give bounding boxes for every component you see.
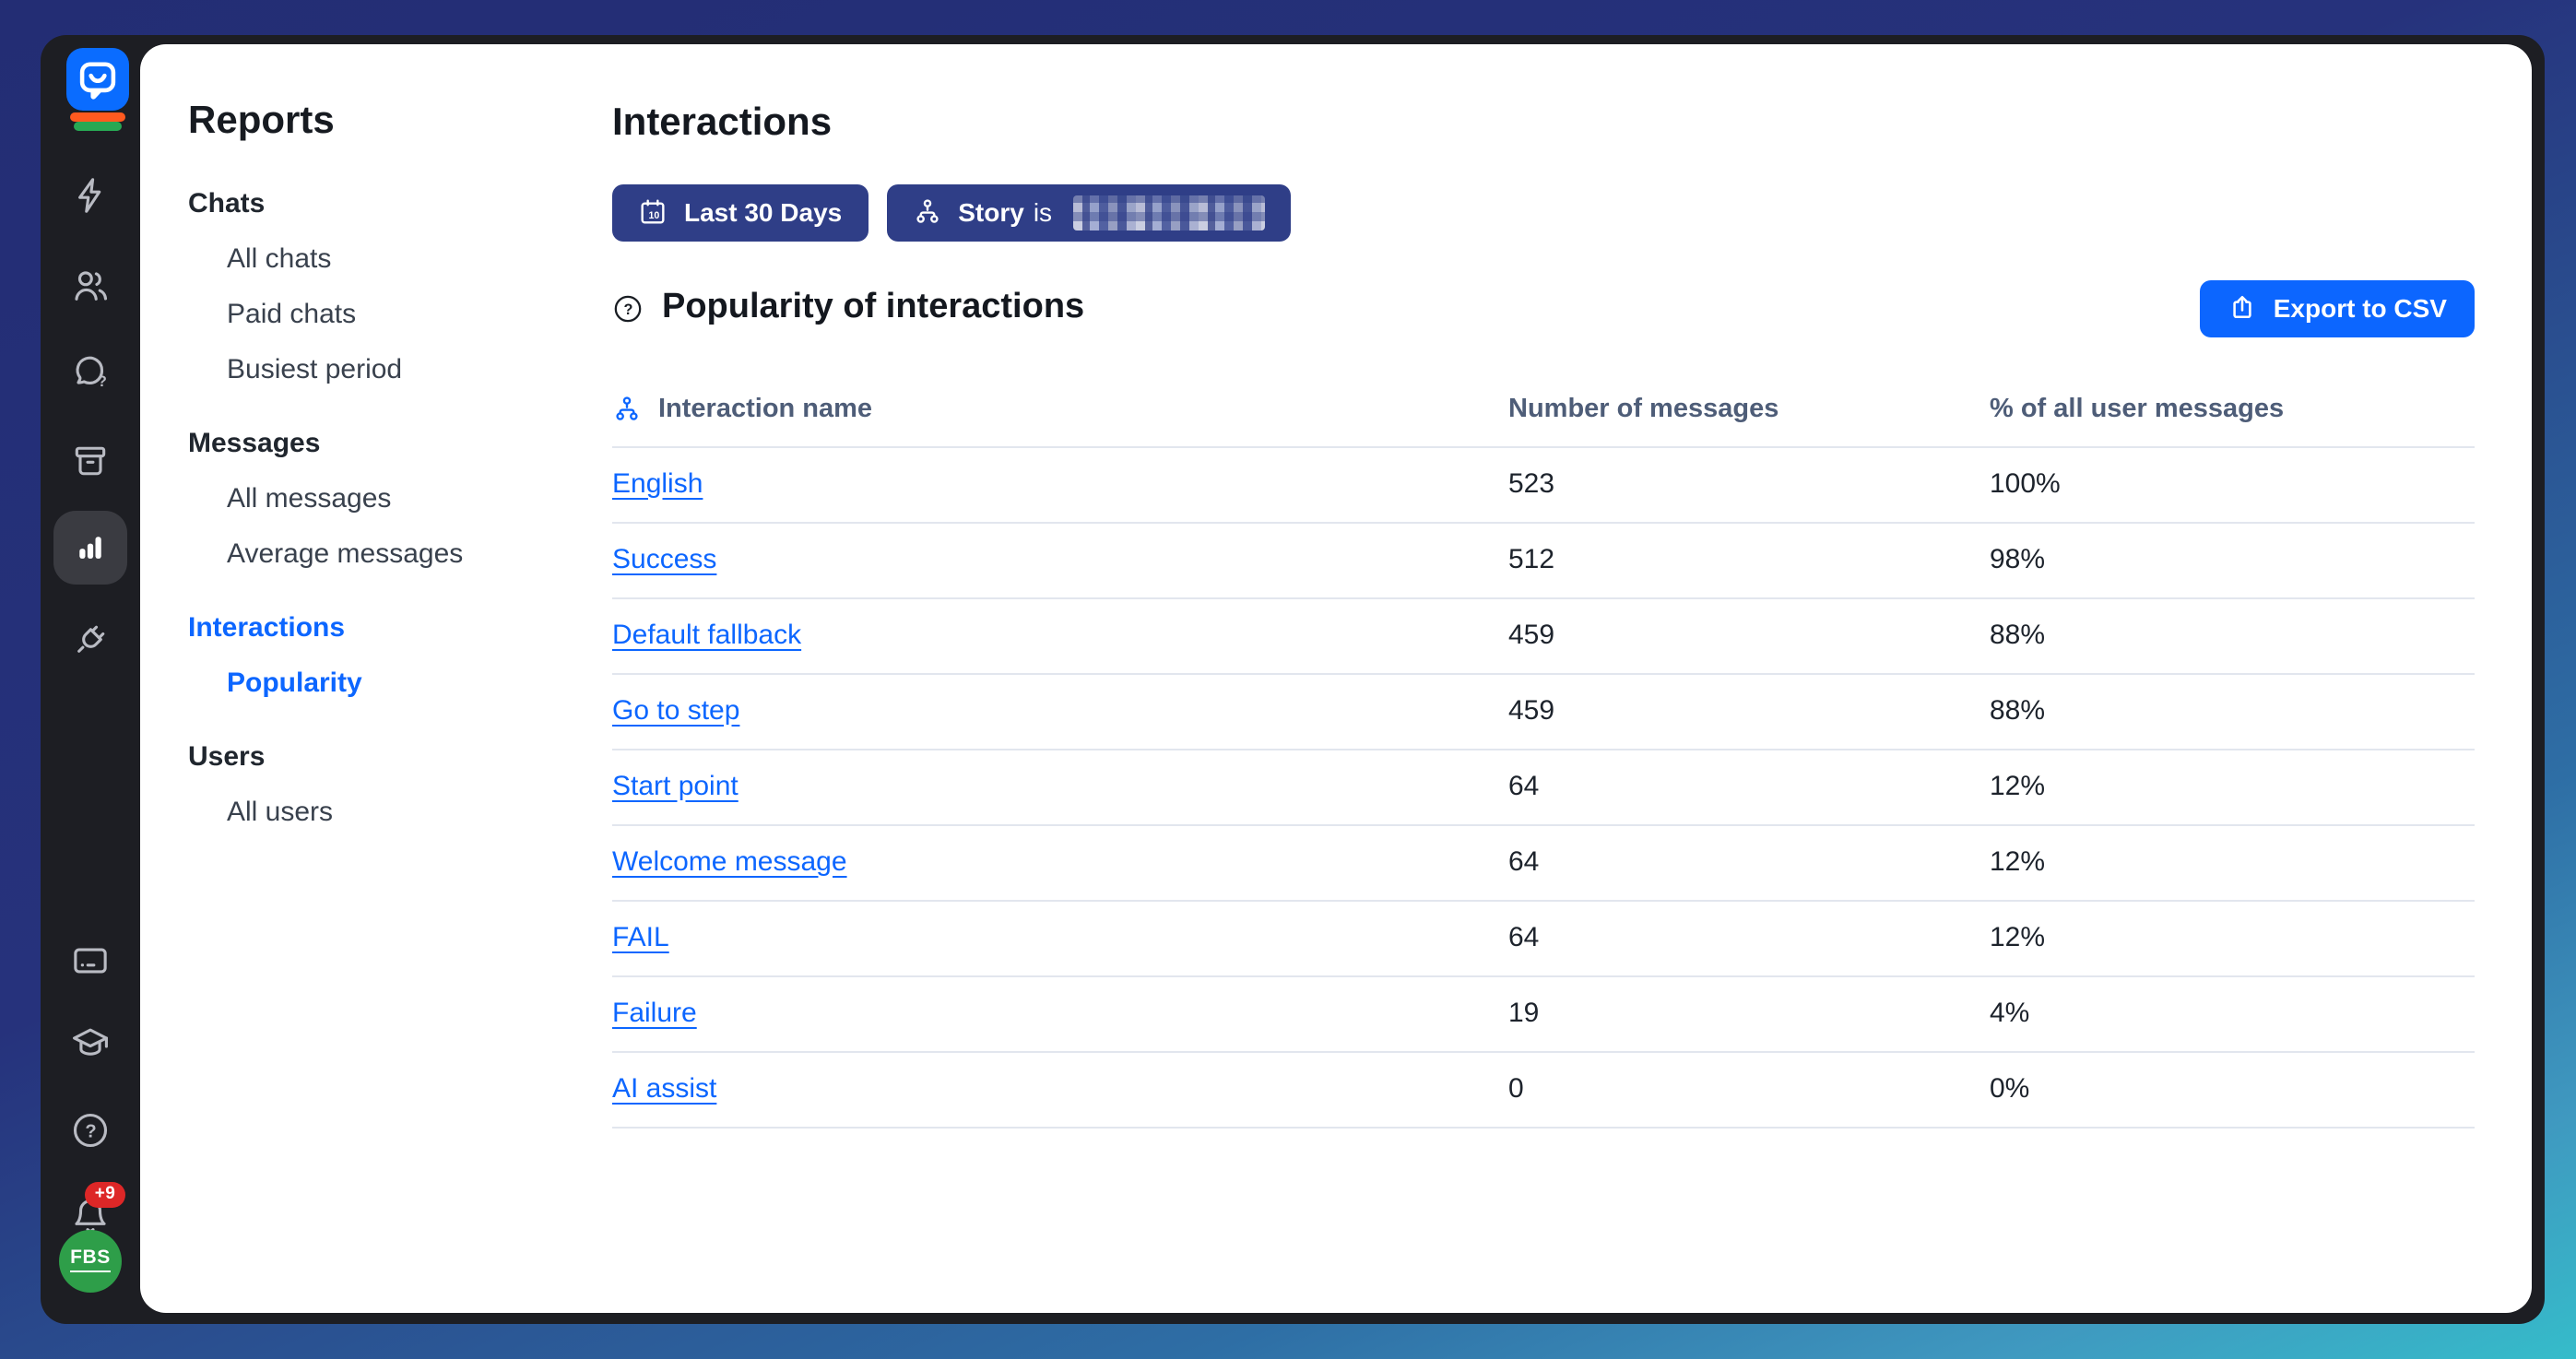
reports-icon[interactable]: [53, 510, 127, 584]
interaction-link-english[interactable]: English: [612, 467, 703, 499]
help-circle-icon[interactable]: ?: [70, 1110, 111, 1151]
story-sitemap-icon: [912, 197, 941, 227]
team-icon[interactable]: [70, 266, 111, 306]
table-row: AI assist 00%: [612, 1052, 2475, 1128]
billing-card-icon[interactable]: [70, 940, 111, 981]
page-title: Interactions: [612, 99, 2475, 147]
messages-value: 64: [1508, 922, 1990, 953]
svg-text:?: ?: [623, 301, 632, 317]
table-header-row: Interaction name Number of messages % of…: [612, 373, 2475, 447]
interaction-link-go-to-step[interactable]: Go to step: [612, 694, 739, 726]
notifications-bell-icon[interactable]: +9: [70, 1194, 111, 1235]
app-sidebar: ?: [41, 34, 140, 1323]
archive-icon[interactable]: [70, 441, 111, 481]
chats-question-icon[interactable]: ?: [70, 352, 111, 393]
section-title: Popularity of interactions: [662, 288, 1084, 328]
messages-value: 523: [1508, 468, 1990, 500]
percent-value: 12%: [1990, 846, 2475, 878]
messages-value: 459: [1508, 695, 1990, 727]
messages-value: 0: [1508, 1073, 1990, 1105]
messages-value: 512: [1508, 544, 1990, 575]
plug-icon[interactable]: [70, 620, 111, 660]
reports-nav-title: Reports: [188, 93, 603, 148]
notifications-badge: +9: [85, 1181, 125, 1207]
col-number-of-messages: Number of messages: [1508, 395, 1990, 424]
interaction-link-success[interactable]: Success: [612, 543, 716, 574]
messages-value: 64: [1508, 771, 1990, 802]
interaction-link-welcome-message[interactable]: Welcome message: [612, 845, 847, 877]
story-sitemap-icon: [612, 395, 642, 424]
main-content: Interactions 10 Last 30 Days: [612, 99, 2475, 1128]
col-percent-of-messages: % of all user messages: [1990, 395, 2475, 424]
lightning-icon[interactable]: [70, 175, 111, 216]
calendar-icon: 10: [638, 197, 668, 227]
nav-section-users[interactable]: Users: [188, 729, 603, 785]
messages-value: 19: [1508, 998, 1990, 1029]
export-to-csv-button[interactable]: Export to CSV: [2200, 279, 2475, 337]
percent-value: 98%: [1990, 544, 2475, 575]
table-body: English 523100% Success 51298% Default fallb…: [612, 447, 2475, 1128]
nav-item-all-chats[interactable]: All chats: [188, 231, 603, 287]
chatbot-logo[interactable]: [66, 47, 129, 110]
app-window: ?: [41, 34, 2545, 1323]
nav-section-interactions[interactable]: Interactions: [188, 600, 603, 656]
svg-text:?: ?: [98, 373, 107, 390]
nav-section-chats[interactable]: Chats: [188, 176, 603, 231]
col-interaction-name: Interaction name: [658, 395, 872, 424]
logo-layer-orange: [70, 112, 125, 122]
table-row: Welcome message 6412%: [612, 825, 2475, 901]
interaction-link-fail[interactable]: FAIL: [612, 921, 669, 952]
percent-value: 0%: [1990, 1073, 2475, 1105]
percent-value: 100%: [1990, 468, 2475, 500]
messages-value: 64: [1508, 846, 1990, 878]
messages-value: 459: [1508, 620, 1990, 651]
interactions-table: Interaction name Number of messages % of…: [612, 373, 2475, 1128]
percent-value: 88%: [1990, 620, 2475, 651]
svg-text:10: 10: [648, 210, 659, 221]
date-filter-chip[interactable]: 10 Last 30 Days: [612, 183, 868, 241]
nav-section-messages[interactable]: Messages: [188, 416, 603, 471]
table-row: FAIL 6412%: [612, 901, 2475, 976]
percent-value: 88%: [1990, 695, 2475, 727]
logo-layer-green: [74, 122, 122, 131]
nav-item-paid-chats[interactable]: Paid chats: [188, 287, 603, 342]
nav-item-all-users[interactable]: All users: [188, 785, 603, 840]
percent-value: 4%: [1990, 998, 2475, 1029]
content-panel: Reports ChatsAll chatsPaid chatsBusiest …: [140, 43, 2532, 1312]
workspace-avatar[interactable]: FBS: [59, 1229, 122, 1292]
interaction-link-default-fallback[interactable]: Default fallback: [612, 619, 801, 650]
story-filter-chip[interactable]: Story is: [886, 183, 1290, 241]
percent-value: 12%: [1990, 922, 2475, 953]
filters-row: 10 Last 30 Days Story is: [612, 183, 2475, 241]
workspace-avatar-label: FBS: [70, 1249, 111, 1272]
table-row: Failure 194%: [612, 976, 2475, 1052]
export-to-csv-label: Export to CSV: [2274, 293, 2447, 323]
desktop-background: ?: [0, 0, 2576, 1359]
nav-item-average-messages[interactable]: Average messages: [188, 526, 603, 582]
story-filter-operator: is: [1034, 197, 1052, 227]
export-icon: [2227, 293, 2257, 323]
date-filter-label: Last 30 Days: [684, 197, 842, 227]
interaction-link-start-point[interactable]: Start point: [612, 770, 739, 801]
nav-item-busiest-period[interactable]: Busiest period: [188, 342, 603, 397]
interaction-link-failure[interactable]: Failure: [612, 997, 697, 1028]
question-circle-icon[interactable]: ?: [612, 292, 644, 324]
section-head: ? Popularity of interactions Export to C…: [612, 279, 2475, 337]
table-row: Success 51298%: [612, 523, 2475, 598]
story-filter-field: Story: [958, 197, 1024, 227]
nav-item-popularity[interactable]: Popularity: [188, 656, 603, 711]
table-row: Start point 6412%: [612, 750, 2475, 825]
svg-text:?: ?: [85, 1121, 96, 1141]
table-row: English 523100%: [612, 447, 2475, 523]
academy-cap-icon[interactable]: [70, 1022, 111, 1062]
table-row: Go to step 45988%: [612, 674, 2475, 750]
interaction-link-ai-assist[interactable]: AI assist: [612, 1072, 716, 1104]
story-filter-value-redacted: [1072, 195, 1264, 230]
percent-value: 12%: [1990, 771, 2475, 802]
reports-nav: Reports ChatsAll chatsPaid chatsBusiest …: [188, 93, 603, 840]
nav-item-all-messages[interactable]: All messages: [188, 471, 603, 526]
table-row: Default fallback 45988%: [612, 598, 2475, 674]
